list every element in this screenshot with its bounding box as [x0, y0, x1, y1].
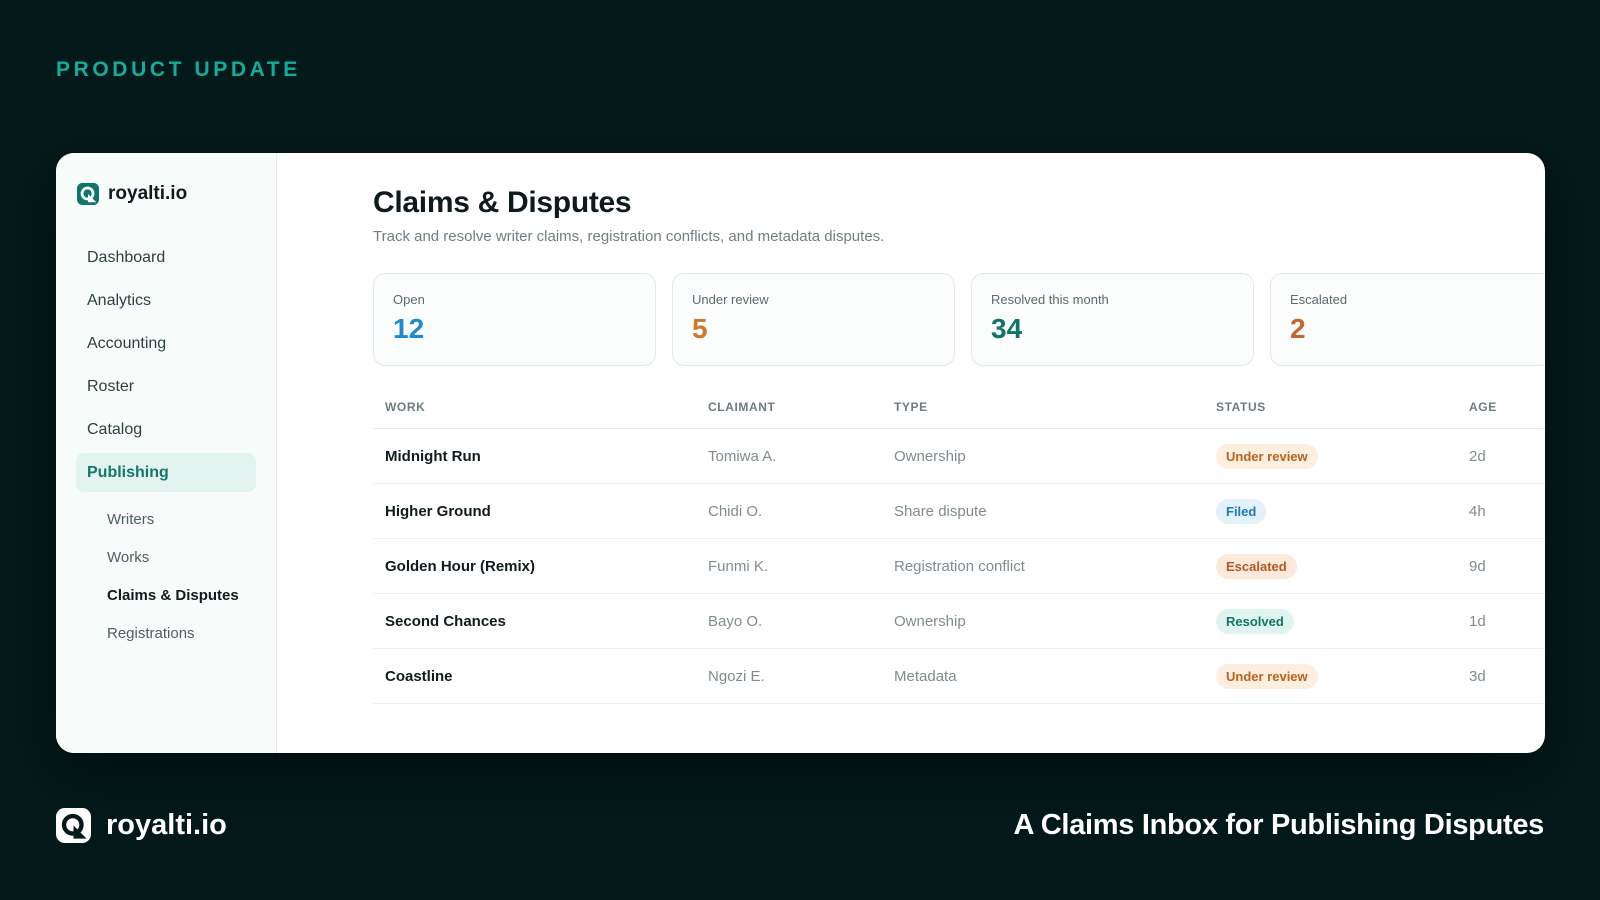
table-row[interactable]: Second Chances Bayo O. Ownership Resolve… [373, 594, 1545, 649]
brand-logo-icon [56, 808, 91, 843]
column-header-claimant[interactable]: CLAIMANT [708, 400, 894, 414]
cell-age: 2d [1469, 447, 1486, 465]
cell-work: Coastline [385, 667, 453, 685]
claims-table: WORK CLAIMANT TYPE STATUS AGE Midnight R… [373, 385, 1545, 704]
brand-logo-icon [77, 183, 99, 205]
stat-card-open[interactable]: Open 12 [373, 273, 656, 366]
stat-label: Escalated [1290, 292, 1348, 307]
stat-label: Resolved this month [991, 292, 1109, 307]
sidebar-item-publishing[interactable]: Publishing [76, 453, 256, 492]
sidebar-item-dashboard[interactable]: Dashboard [76, 238, 256, 277]
sidebar-brand[interactable]: royalti.io [77, 183, 187, 205]
cell-age: 9d [1469, 557, 1486, 575]
table-row[interactable]: Golden Hour (Remix) Funmi K. Registratio… [373, 539, 1545, 594]
cell-type: Ownership [894, 447, 966, 465]
brand-name: royalti.io [108, 183, 188, 204]
subnav-item-claims-disputes[interactable]: Claims & Disputes [76, 576, 256, 614]
cell-work: Second Chances [385, 612, 506, 630]
stat-value: 34 [991, 313, 1023, 344]
subnav-item-registrations[interactable]: Registrations [76, 614, 256, 652]
cell-work: Golden Hour (Remix) [385, 557, 536, 575]
app-window: royalti.io Dashboard Analytics Accountin… [56, 153, 1545, 753]
eyebrow-label: PRODUCT UPDATE [56, 58, 301, 81]
sidebar: royalti.io Dashboard Analytics Accountin… [56, 153, 277, 753]
column-header-status[interactable]: STATUS [1216, 400, 1469, 414]
stat-card-escalated[interactable]: Escalated 2 [1270, 273, 1545, 366]
tagline: A Claims Inbox for Publishing Disputes [1013, 809, 1544, 841]
status-badge: Under review [1216, 443, 1318, 469]
footer-brand-name: royalti.io [106, 809, 227, 841]
sidebar-item-catalog[interactable]: Catalog [76, 410, 256, 449]
sidebar-item-roster[interactable]: Roster [76, 367, 256, 406]
stat-card-under-review[interactable]: Under review 5 [672, 273, 955, 366]
stat-value: 2 [1290, 313, 1306, 344]
cell-type: Registration conflict [894, 557, 1025, 575]
cell-type: Share dispute [894, 502, 987, 520]
status-badge: Resolved [1216, 608, 1294, 634]
stat-card-resolved[interactable]: Resolved this month 34 [971, 273, 1254, 366]
sidebar-item-accounting[interactable]: Accounting [76, 324, 256, 363]
column-header-age[interactable]: AGE [1469, 400, 1545, 414]
cell-claimant: Funmi K. [708, 557, 769, 575]
footer-brand: royalti.io [56, 808, 227, 843]
stat-value: 5 [692, 313, 708, 344]
column-header-type[interactable]: TYPE [894, 400, 1216, 414]
cell-age: 4h [1469, 502, 1486, 520]
cell-age: 3d [1469, 667, 1486, 685]
sidebar-nav: Dashboard Analytics Accounting Roster Ca… [76, 238, 256, 652]
cell-work: Midnight Run [385, 447, 481, 465]
cell-claimant: Bayo O. [708, 612, 763, 630]
stat-value: 12 [393, 313, 425, 344]
main-content: Claims & Disputes Track and resolve writ… [317, 153, 1545, 753]
sidebar-item-analytics[interactable]: Analytics [76, 281, 256, 320]
page-subtitle: Track and resolve writer claims, registr… [373, 228, 885, 245]
cell-claimant: Ngozi E. [708, 667, 765, 685]
table-row[interactable]: Midnight Run Tomiwa A. Ownership Under r… [373, 429, 1545, 484]
publishing-subnav: Writers Works Claims & Disputes Registra… [76, 500, 256, 652]
table-row[interactable]: Coastline Ngozi E. Metadata Under review… [373, 649, 1545, 704]
cell-work: Higher Ground [385, 502, 491, 520]
table-row[interactable]: Higher Ground Chidi O. Share dispute Fil… [373, 484, 1545, 539]
subnav-item-writers[interactable]: Writers [76, 500, 256, 538]
table-header: WORK CLAIMANT TYPE STATUS AGE [373, 385, 1545, 429]
status-badge: Filed [1216, 498, 1267, 524]
page-title: Claims & Disputes [373, 186, 632, 219]
status-badge: Escalated [1216, 553, 1297, 579]
stat-label: Under review [692, 292, 769, 307]
stat-label: Open [393, 292, 425, 307]
cell-claimant: Chidi O. [708, 502, 763, 520]
cell-type: Metadata [894, 667, 957, 685]
cell-age: 1d [1469, 612, 1486, 630]
subnav-item-works[interactable]: Works [76, 538, 256, 576]
cell-type: Ownership [894, 612, 966, 630]
stats-row: Open 12 Under review 5 Resolved this mon… [373, 273, 1545, 366]
column-header-work[interactable]: WORK [373, 400, 708, 414]
status-badge: Under review [1216, 663, 1318, 689]
cell-claimant: Tomiwa A. [708, 447, 777, 465]
